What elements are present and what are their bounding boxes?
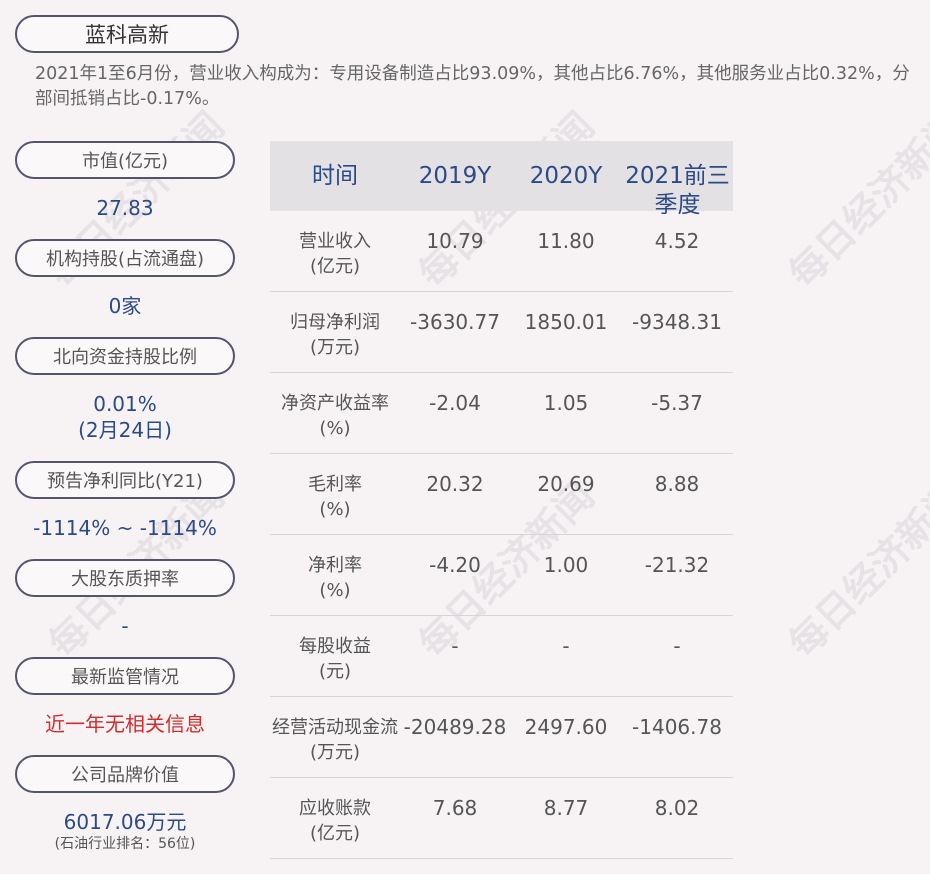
table-row: 净资产收益率 (%) -2.04 1.05 -5.37 (270, 373, 733, 454)
table-row: 毛利率 (%) 20.32 20.69 8.88 (270, 454, 733, 535)
table-cell: -20489.28 (403, 715, 507, 739)
table-cell: 8.02 (654, 796, 700, 820)
regulation-label: 最新监管情况 (15, 657, 235, 695)
table-row: 每股收益 (元) - - - (270, 616, 733, 697)
row-label-name: 归母净利润 (290, 312, 380, 333)
table-cell: - (451, 634, 459, 658)
table-row: 净利率 (%) -4.20 1.00 -21.32 (270, 535, 733, 616)
row-label: 归母净利润 (万元) (270, 310, 400, 360)
financial-table: 时间 2019Y 2020Y 2021前三季度 营业收入 (亿元) 10.79 11.… (270, 141, 733, 859)
profit-forecast-value: -1114% ~ -1114% (33, 516, 217, 540)
row-label: 每股收益 (元) (270, 634, 400, 684)
header-time: 时间 (312, 163, 358, 189)
pledge-ratio-value: - (121, 614, 129, 638)
row-label-unit: (%) (319, 580, 351, 601)
table-cell: 2497.60 (524, 715, 608, 739)
row-label-unit: (亿元) (309, 256, 361, 277)
table-row: 应收账款 (亿元) 7.68 8.77 8.02 (270, 778, 733, 859)
row-label-unit: (元) (318, 661, 352, 682)
row-label: 净资产收益率 (%) (270, 391, 400, 441)
institution-holding-label: 机构持股(占流通盘) (15, 239, 235, 277)
table-cell: -4.20 (429, 553, 481, 577)
profit-forecast-label: 预告净利同比(Y21) (15, 461, 235, 499)
row-label: 净利率 (%) (270, 553, 400, 603)
market-cap-label: 市值(亿元) (15, 141, 235, 179)
company-name: 蓝科高新 (15, 15, 239, 53)
row-label-unit: (万元) (309, 742, 361, 763)
row-label-name: 净利率 (308, 555, 362, 576)
northbound-ratio-label: 北向资金持股比例 (15, 337, 235, 375)
brand-value-value: 6017.06万元 (63, 810, 187, 834)
institution-holding-value: 0家 (108, 294, 142, 318)
row-label: 经营活动现金流 (万元) (270, 715, 400, 765)
watermark: 每日经济新闻 (780, 473, 930, 667)
table-row: 归母净利润 (万元) -3630.77 1850.01 -9348.31 (270, 292, 733, 373)
table-cell: - (673, 634, 681, 658)
table-cell: 8.77 (543, 796, 589, 820)
table-cell: -1406.78 (632, 715, 722, 739)
brand-value-label: 公司品牌价值 (15, 755, 235, 793)
pledge-ratio-label: 大股东质押率 (15, 559, 235, 597)
table-cell: -5.37 (651, 391, 703, 415)
row-label-name: 净资产收益率 (281, 393, 389, 414)
table-cell: 11.80 (537, 229, 595, 253)
row-label-name: 经营活动现金流 (272, 717, 398, 738)
regulation-value: 近一年无相关信息 (45, 712, 205, 736)
table-cell: 1.05 (543, 391, 589, 415)
row-label: 营业收入 (亿元) (270, 229, 400, 279)
table-row: 营业收入 (亿元) 10.79 11.80 4.52 (270, 211, 733, 292)
row-label: 毛利率 (%) (270, 472, 400, 522)
market-cap-value: 27.83 (96, 196, 154, 220)
table-cell: 8.88 (654, 472, 700, 496)
northbound-ratio-value: 0.01% (93, 392, 157, 416)
table-cell: 20.32 (426, 472, 484, 496)
table-cell: 10.79 (426, 229, 484, 253)
table-cell: 1850.01 (524, 310, 608, 334)
row-label-unit: (%) (319, 499, 351, 520)
row-label-unit: (%) (319, 418, 351, 439)
table-row: 经营活动现金流 (万元) -20489.28 2497.60 -1406.78 (270, 697, 733, 778)
row-label-name: 应收账款 (299, 798, 371, 819)
header-2019: 2019Y (418, 163, 492, 189)
table-cell: 1.00 (543, 553, 589, 577)
table-cell: -3630.77 (410, 310, 500, 334)
row-label-name: 营业收入 (299, 231, 371, 252)
header-2020: 2020Y (529, 163, 603, 189)
revenue-summary: 2021年1至6月份，营业收入构成为：专用设备制造占比93.09%，其他占比6.… (35, 64, 910, 109)
table-cell: -2.04 (429, 391, 481, 415)
table-cell: -9348.31 (632, 310, 722, 334)
row-label-name: 毛利率 (308, 474, 362, 495)
brand-value-rank: (石油行业排名：56位) (54, 836, 196, 852)
table-cell: 7.68 (432, 796, 478, 820)
table-cell: - (562, 634, 570, 658)
table-cell: 4.52 (654, 229, 700, 253)
table-cell: 20.69 (537, 472, 595, 496)
row-label-unit: (万元) (309, 337, 361, 358)
table-header: 时间 2019Y 2020Y 2021前三季度 (270, 141, 733, 218)
row-label: 应收账款 (亿元) (270, 796, 400, 846)
table-cell: -21.32 (644, 553, 710, 577)
northbound-ratio-date: (2月24日) (78, 418, 172, 442)
watermark: 每日经济新闻 (780, 103, 930, 297)
row-label-unit: (亿元) (309, 823, 361, 844)
row-label-name: 每股收益 (299, 636, 371, 657)
